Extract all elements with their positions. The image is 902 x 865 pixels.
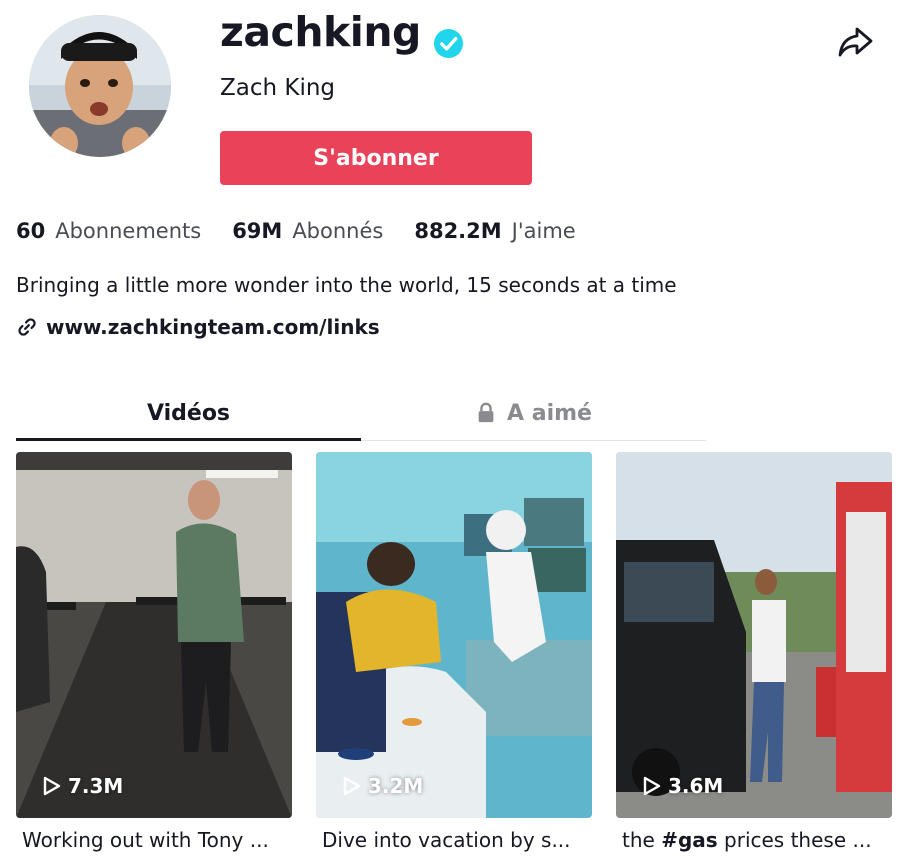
video-play-count: 3.2M: [340, 774, 423, 798]
tab-liked-label: A aimé: [507, 400, 592, 426]
video-caption[interactable]: Working out with Tony ...: [16, 828, 292, 852]
tab-videos[interactable]: Vidéos: [16, 388, 361, 438]
tab-active-indicator: [16, 438, 361, 441]
video-play-count-text: 3.6M: [668, 774, 724, 798]
video-card[interactable]: 3.6M: [616, 452, 892, 818]
stat-followers[interactable]: 69M Abonnés: [232, 219, 383, 243]
username: zachking: [220, 4, 464, 60]
stat-following[interactable]: 60 Abonnements: [16, 219, 201, 243]
tab-liked[interactable]: A aimé: [361, 388, 706, 438]
video-play-count-text: 7.3M: [68, 774, 124, 798]
share-arrow-icon[interactable]: [836, 24, 874, 60]
video-card[interactable]: 7.3M: [16, 452, 292, 818]
follow-button[interactable]: S'abonner: [220, 131, 532, 185]
verified-badge-icon: [433, 17, 464, 58]
video-caption-hashtag[interactable]: #gas: [661, 828, 717, 852]
stat-likes-count: 882.2M: [414, 219, 502, 243]
stat-followers-count: 69M: [232, 219, 283, 243]
avatar[interactable]: [29, 15, 171, 157]
profile-link[interactable]: www.zachkingteam.com/links: [16, 315, 380, 339]
lock-icon: [475, 402, 497, 424]
video-play-count: 3.6M: [640, 774, 723, 798]
video-caption[interactable]: Dive into vacation by s...: [316, 828, 592, 852]
profile-tabs: Vidéos A aimé: [16, 388, 706, 441]
stat-followers-label: Abonnés: [292, 219, 384, 243]
play-icon: [40, 775, 62, 797]
video-thumbnail: [16, 452, 292, 818]
profile-bio: Bringing a little more wonder into the w…: [16, 273, 677, 297]
profile-stats: 60 Abonnements 69M Abonnés 882.2M J'aime: [16, 219, 607, 243]
play-icon: [640, 775, 662, 797]
play-icon: [340, 775, 362, 797]
stat-likes-label: J'aime: [511, 219, 576, 243]
video-play-count: 7.3M: [40, 774, 123, 798]
video-thumbnail: [316, 452, 592, 818]
profile-link-text: www.zachkingteam.com/links: [46, 315, 380, 339]
link-icon: [16, 316, 38, 338]
video-thumbnail: [616, 452, 892, 818]
stat-following-label: Abonnements: [55, 219, 202, 243]
tab-videos-label: Vidéos: [146, 400, 231, 426]
username-text: zachking: [220, 8, 421, 56]
video-caption-text: prices these ...: [717, 828, 872, 852]
video-play-count-text: 3.2M: [368, 774, 424, 798]
stat-following-count: 60: [16, 219, 46, 243]
nickname: Zach King: [220, 75, 336, 101]
video-caption-text: the: [622, 828, 662, 852]
stat-likes: 882.2M J'aime: [414, 219, 575, 243]
video-caption[interactable]: the #gas prices these ...: [616, 828, 892, 852]
video-card[interactable]: 3.2M: [316, 452, 592, 818]
